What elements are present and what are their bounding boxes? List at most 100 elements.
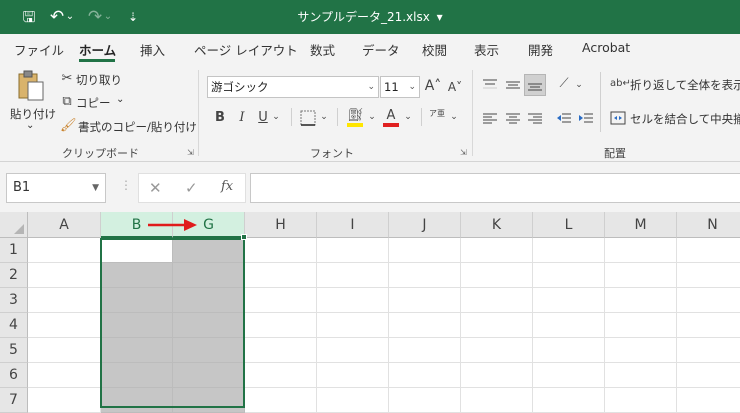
grid-cell[interactable]	[245, 363, 317, 388]
column-header-j[interactable]: J	[389, 212, 461, 238]
grid-cell[interactable]	[173, 388, 245, 413]
grid-cell[interactable]	[245, 263, 317, 288]
grid-cell[interactable]	[389, 363, 461, 388]
grid-cell[interactable]	[461, 363, 533, 388]
grid-cell[interactable]	[317, 288, 389, 313]
tab-review[interactable]: 校閲	[422, 40, 447, 59]
grid-cell[interactable]	[533, 263, 605, 288]
font-name-combobox[interactable]: 游ゴシック ⌄	[207, 76, 379, 98]
tab-developer[interactable]: 開発	[528, 40, 553, 59]
grid-cell[interactable]	[245, 388, 317, 413]
grid-cell[interactable]	[461, 313, 533, 338]
grid-cell[interactable]	[605, 238, 677, 263]
fill-handle[interactable]	[241, 234, 247, 240]
tab-home[interactable]: ホーム	[79, 40, 116, 59]
grid-cell[interactable]	[101, 363, 173, 388]
borders-icon[interactable]	[300, 110, 316, 126]
paste-dropdown-icon[interactable]: ⌄	[26, 120, 34, 131]
formula-bar-grip-icon[interactable]: ⋮	[120, 178, 132, 192]
grid-cell[interactable]	[533, 338, 605, 363]
fill-color-dropdown-icon[interactable]: ⌄	[366, 109, 378, 125]
row-header-4[interactable]: 4	[0, 313, 28, 338]
grid-cell[interactable]	[317, 313, 389, 338]
align-bottom-button[interactable]	[524, 74, 546, 96]
tab-acrobat[interactable]: Acrobat	[582, 40, 630, 55]
column-header-k[interactable]: K	[461, 212, 533, 238]
row-header-6[interactable]: 6	[0, 363, 28, 388]
grid-cell[interactable]	[605, 313, 677, 338]
column-header-i[interactable]: I	[317, 212, 389, 238]
underline-dropdown-icon[interactable]: ⌄	[270, 109, 282, 125]
spreadsheet-grid[interactable]: A B G H I J K L M N 1 2 3 4 5 6 7	[0, 212, 740, 413]
row-header-2[interactable]: 2	[0, 263, 28, 288]
tab-formulas[interactable]: 数式	[310, 40, 335, 59]
grow-font-button[interactable]: A˄	[424, 78, 442, 94]
grid-cell[interactable]	[28, 288, 101, 313]
italic-button[interactable]: I	[234, 110, 250, 126]
grid-cell[interactable]	[533, 313, 605, 338]
grid-cell[interactable]	[677, 288, 740, 313]
grid-cell[interactable]	[173, 263, 245, 288]
merge-center-button[interactable]: セルを結合して中央揃え	[610, 110, 740, 128]
grid-cell[interactable]	[677, 363, 740, 388]
font-launcher-icon[interactable]: ⇲	[460, 148, 467, 157]
grid-cell[interactable]	[389, 313, 461, 338]
font-size-combobox[interactable]: 11 ⌄	[380, 76, 420, 98]
grid-cell[interactable]	[461, 388, 533, 413]
grid-cell[interactable]	[28, 238, 101, 263]
grid-cell[interactable]	[28, 313, 101, 338]
tab-data[interactable]: データ	[362, 40, 400, 59]
cancel-icon[interactable]: ✕	[149, 179, 162, 197]
grid-cell[interactable]	[317, 338, 389, 363]
grid-cell[interactable]	[461, 338, 533, 363]
font-color-dropdown-icon[interactable]: ⌄	[402, 109, 414, 125]
font-color-button[interactable]: A	[382, 108, 400, 128]
grid-cell[interactable]	[461, 288, 533, 313]
select-all-button[interactable]	[0, 212, 28, 238]
grid-cell[interactable]	[677, 388, 740, 413]
column-header-a[interactable]: A	[28, 212, 101, 238]
grid-cell[interactable]	[533, 288, 605, 313]
grid-cell[interactable]	[605, 263, 677, 288]
font-size-dropdown-icon[interactable]: ⌄	[408, 77, 416, 97]
row-header-1[interactable]: 1	[0, 238, 28, 263]
grid-cell[interactable]	[677, 313, 740, 338]
tab-view[interactable]: 表示	[474, 40, 499, 59]
increase-indent-icon[interactable]	[578, 112, 594, 126]
grid-cell[interactable]	[101, 288, 173, 313]
grid-cell[interactable]	[533, 363, 605, 388]
tab-file[interactable]: ファイル	[14, 40, 64, 59]
name-box-dropdown-icon[interactable]: ▼	[92, 174, 99, 202]
fill-color-button[interactable]: ⛽︎	[346, 108, 364, 128]
column-header-m[interactable]: M	[605, 212, 677, 238]
name-box[interactable]: B1 ▼	[6, 173, 106, 203]
align-center-icon[interactable]	[505, 112, 521, 126]
decrease-indent-icon[interactable]	[556, 112, 572, 126]
grid-cell[interactable]	[173, 338, 245, 363]
column-header-l[interactable]: L	[533, 212, 605, 238]
grid-cell[interactable]	[173, 363, 245, 388]
grid-cell[interactable]	[461, 263, 533, 288]
align-left-icon[interactable]	[482, 112, 498, 126]
grid-cell[interactable]	[605, 363, 677, 388]
grid-cell[interactable]	[101, 263, 173, 288]
grid-cell[interactable]	[317, 263, 389, 288]
title-dropdown-icon[interactable]: ▾	[437, 10, 443, 24]
grid-cell[interactable]	[173, 313, 245, 338]
shrink-font-button[interactable]: A˅	[446, 79, 464, 95]
grid-cell[interactable]	[677, 338, 740, 363]
format-painter-button[interactable]: 🖌 書式のコピー/貼り付け	[58, 118, 197, 136]
grid-cell[interactable]	[677, 263, 740, 288]
grid-cell[interactable]	[101, 388, 173, 413]
grid-cell[interactable]	[389, 238, 461, 263]
align-right-icon[interactable]	[527, 112, 543, 126]
copy-dropdown-icon[interactable]: ⌄	[116, 94, 124, 105]
row-header-5[interactable]: 5	[0, 338, 28, 363]
grid-cell[interactable]	[605, 388, 677, 413]
insert-function-icon[interactable]: fx	[221, 179, 233, 194]
row-header-7[interactable]: 7	[0, 388, 28, 413]
wrap-text-button[interactable]: ab↵ 折り返して全体を表示する	[610, 76, 740, 94]
grid-cell[interactable]	[101, 313, 173, 338]
grid-cell[interactable]	[173, 288, 245, 313]
formula-input[interactable]	[250, 173, 740, 203]
